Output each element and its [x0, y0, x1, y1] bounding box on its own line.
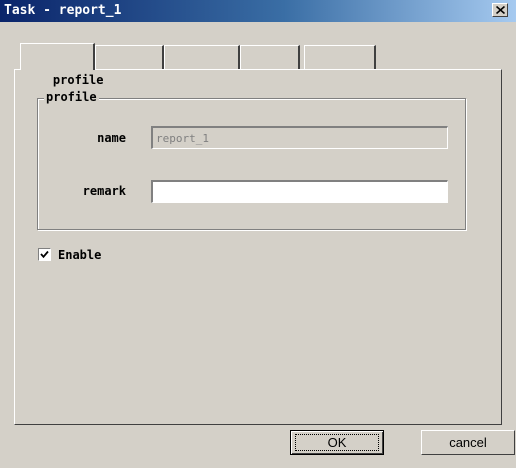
tab-content[interactable]: content — [95, 45, 178, 89]
ok-button-label: OK — [327, 435, 347, 450]
enable-label[interactable]: Enable — [58, 247, 101, 263]
checkmark-icon — [40, 250, 49, 259]
cancel-button[interactable]: cancel — [421, 430, 515, 455]
tab-email[interactable]: email — [240, 45, 309, 89]
window-title: Task - report_1 — [4, 3, 122, 18]
profile-groupbox — [37, 98, 466, 230]
remark-field[interactable] — [151, 180, 448, 203]
tab-label: profile — [52, 73, 104, 87]
name-label: name — [97, 131, 126, 145]
tab-profile[interactable]: profile — [20, 43, 103, 87]
close-button[interactable] — [492, 3, 508, 17]
tab-publish[interactable]: publish — [304, 45, 387, 89]
ok-button[interactable]: OK — [290, 430, 384, 455]
task-dialog: Task - report_1 profile content schedule… — [0, 0, 516, 468]
title-bar[interactable]: Task - report_1 — [0, 0, 516, 22]
tab-schedule[interactable]: schedule — [164, 45, 255, 89]
enable-checkbox[interactable] — [38, 248, 51, 261]
cancel-button-label: cancel — [449, 435, 487, 450]
remark-label: remark — [82, 184, 126, 198]
close-icon — [496, 6, 505, 14]
name-field — [151, 126, 448, 149]
